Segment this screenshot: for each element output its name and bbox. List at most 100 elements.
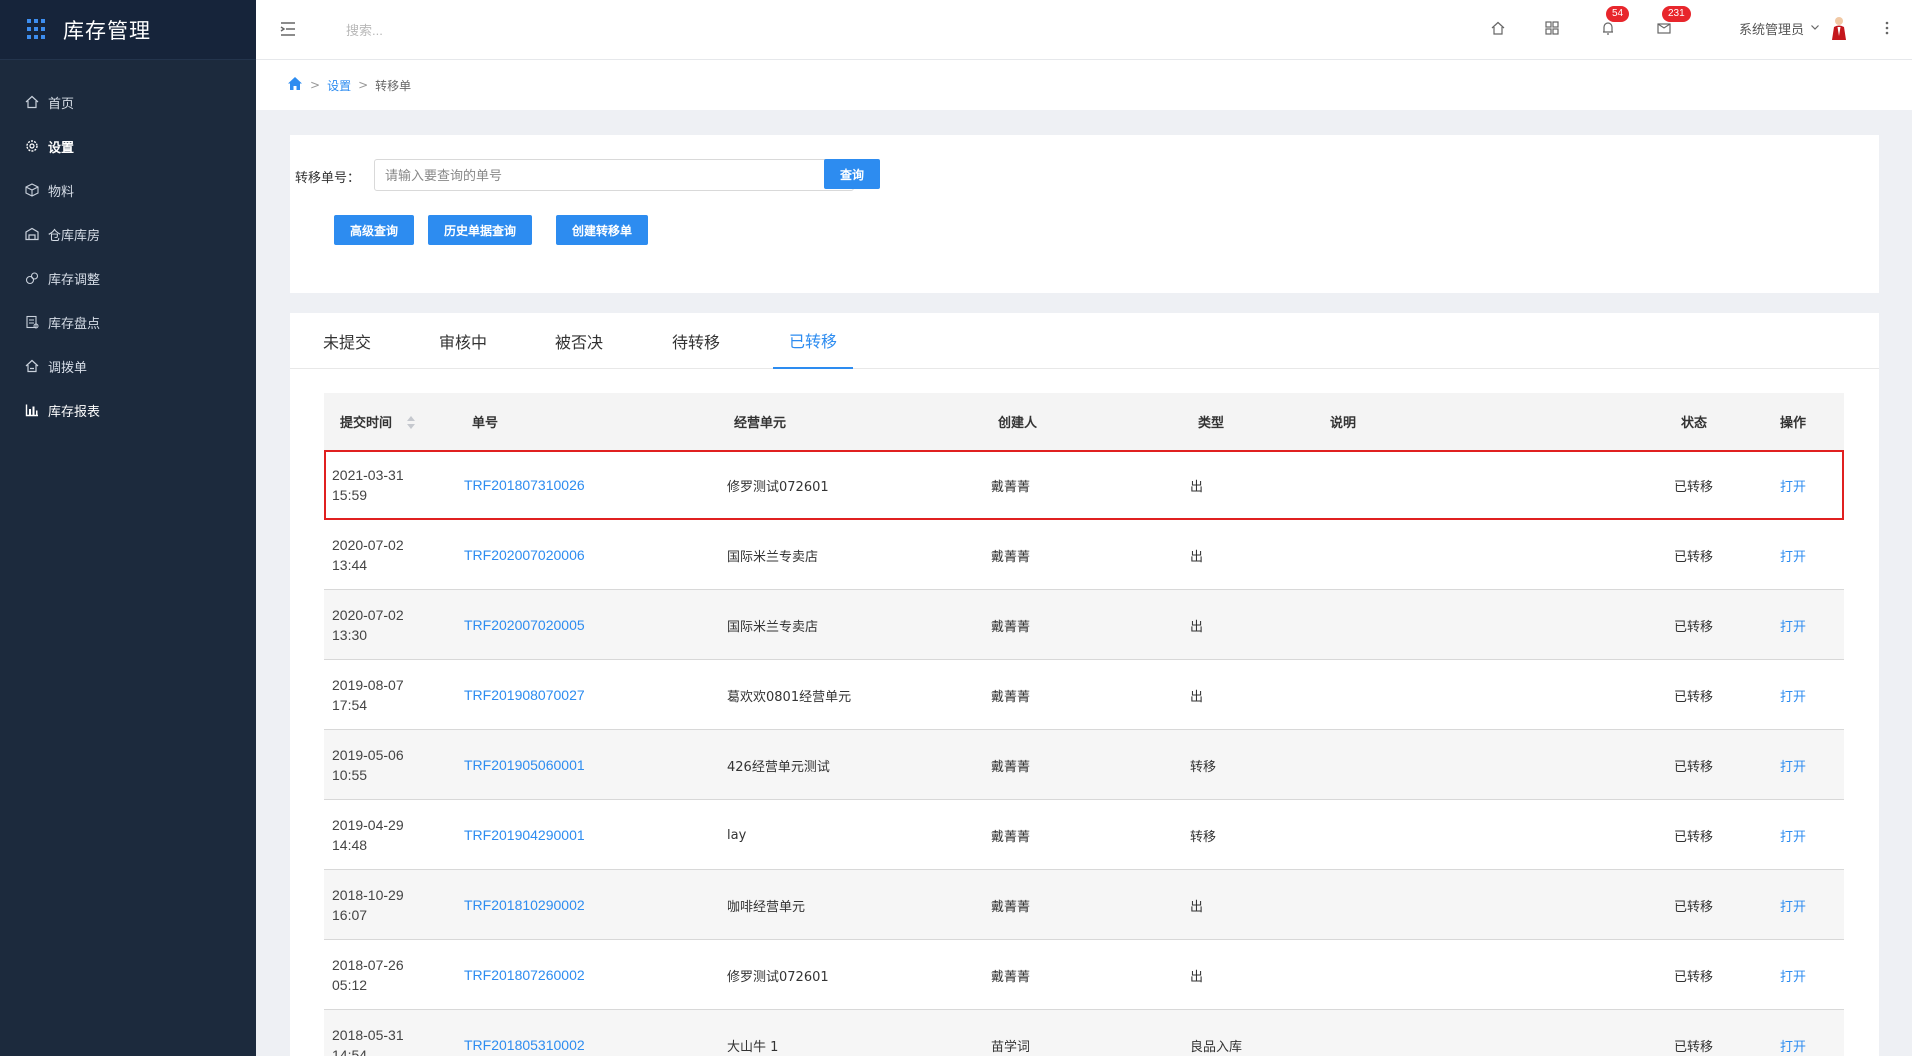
warehouse-icon: [24, 226, 40, 242]
status-cell: 已转移: [1674, 549, 1714, 565]
type-cell: 出: [1190, 479, 1204, 495]
open-button[interactable]: 打开: [1780, 616, 1806, 635]
column-header-note: 说明: [1330, 416, 1357, 431]
sidebar-item-stocktake[interactable]: 库存盘点: [0, 300, 256, 344]
open-button[interactable]: 打开: [1780, 476, 1806, 495]
open-button[interactable]: 打开: [1780, 686, 1806, 705]
message-icon[interactable]: 231: [1654, 6, 1691, 38]
creator-cell: 戴菁菁: [991, 689, 1031, 705]
submit-time-cell: 2019-04-29 14:48: [332, 817, 404, 853]
app-grid-icon: [27, 18, 49, 41]
history-search-button[interactable]: 历史单据查询: [428, 215, 532, 245]
open-button[interactable]: 打开: [1780, 826, 1806, 845]
order-number-link[interactable]: TRF201807260002: [464, 967, 585, 983]
sidebar-item-transfer[interactable]: 调拨单: [0, 344, 256, 388]
open-button[interactable]: 打开: [1780, 1036, 1806, 1055]
submit-time-cell: 2019-05-06 10:55: [332, 747, 404, 783]
order-number-input[interactable]: [374, 159, 854, 191]
sort-icon[interactable]: [406, 413, 416, 431]
type-cell: 出: [1190, 689, 1204, 705]
unit-cell: 修罗测试072601: [727, 969, 829, 985]
unit-cell: 大山牛 1: [727, 1039, 779, 1055]
submit-time-cell: 2018-10-29 16:07: [332, 887, 404, 923]
unit-cell: 国际米兰专卖店: [727, 549, 819, 565]
table-row[interactable]: 2020-07-02 13:30 TRF202007020005 国际米兰专卖店 …: [324, 590, 1844, 660]
sidebar-item-home[interactable]: 首页: [0, 80, 256, 124]
status-cell: 已转移: [1674, 829, 1714, 845]
order-number-link[interactable]: TRF202007020006: [464, 547, 585, 563]
column-header-status: 状态: [1681, 416, 1708, 431]
tab-reviewing[interactable]: 审核中: [430, 313, 496, 369]
submit-time-cell: 2018-05-31 14:54: [332, 1027, 404, 1056]
bell-icon[interactable]: 54: [1598, 6, 1630, 38]
order-number-link[interactable]: TRF201908070027: [464, 687, 585, 703]
table-row[interactable]: 2021-03-31 15:59 TRF201807310026 修罗测试0726…: [324, 450, 1844, 520]
apps-grid-icon[interactable]: [1542, 18, 1562, 38]
order-number-link[interactable]: TRF202007020005: [464, 617, 585, 633]
column-header-time[interactable]: 提交时间: [340, 393, 416, 450]
order-number-link[interactable]: TRF201805310002: [464, 1037, 585, 1053]
home-icon[interactable]: [287, 76, 303, 94]
sidebar-item-label: 设置: [48, 140, 75, 156]
order-number-link[interactable]: TRF201905060001: [464, 757, 585, 773]
sidebar-nav: 首页 设置 物料 仓库库房 库存调整 库存盘点 调拨单 库存报表: [0, 60, 256, 432]
table-row[interactable]: 2019-08-07 17:54 TRF201908070027 葛欢欢0801经…: [324, 660, 1844, 730]
tab-pending-transfer[interactable]: 待转移: [663, 313, 729, 369]
home-icon[interactable]: [1488, 18, 1508, 38]
submit-time-cell: 2021-03-31 15:59: [332, 467, 404, 503]
tab-rejected[interactable]: 被否决: [546, 313, 612, 369]
open-button[interactable]: 打开: [1780, 756, 1806, 775]
order-number-link[interactable]: TRF201807310026: [464, 477, 585, 493]
table-row[interactable]: 2018-05-31 14:54 TRF201805310002 大山牛 1 苗学…: [324, 1010, 1844, 1056]
order-number-link[interactable]: TRF201810290002: [464, 897, 585, 913]
breadcrumb-settings[interactable]: 设置: [327, 77, 351, 94]
home-icon: [24, 94, 40, 110]
sidebar-item-settings[interactable]: 设置: [0, 124, 256, 168]
transfer-table: 提交时间 单号 经营单元 创建人 类型 说明 状态 操作 2021-03-31 1…: [324, 393, 1844, 1056]
table-header: 提交时间 单号 经营单元 创建人 类型 说明 状态 操作: [324, 393, 1844, 450]
type-cell: 出: [1190, 549, 1204, 565]
status-cell: 已转移: [1674, 969, 1714, 985]
column-header-unit: 经营单元: [734, 416, 787, 431]
breadcrumb-separator: >: [310, 78, 321, 92]
submit-time-cell: 2018-07-26 05:12: [332, 957, 404, 993]
sidebar-item-reports[interactable]: 库存报表: [0, 388, 256, 432]
create-transfer-button[interactable]: 创建转移单: [556, 215, 648, 245]
creator-cell: 苗学词: [991, 1039, 1031, 1055]
sidebar-item-adjust[interactable]: 库存调整: [0, 256, 256, 300]
table-row[interactable]: 2019-04-29 14:48 TRF201904290001 lay 戴菁菁 …: [324, 800, 1844, 870]
sidebar-item-warehouse[interactable]: 仓库库房: [0, 212, 256, 256]
table-row[interactable]: 2018-07-26 05:12 TRF201807260002 修罗测试0726…: [324, 940, 1844, 1010]
creator-cell: 戴菁菁: [991, 899, 1031, 915]
transfer-list-card: 未提交 审核中 被否决 待转移 已转移 提交时间 单号 经营单元 创建人 类型 …: [290, 313, 1879, 1056]
table-row[interactable]: 2019-05-06 10:55 TRF201905060001 426经营单元测…: [324, 730, 1844, 800]
order-number-link[interactable]: TRF201904290001: [464, 827, 585, 843]
sidebar-item-materials[interactable]: 物料: [0, 168, 256, 212]
status-tabs: 未提交 审核中 被否决 待转移 已转移: [290, 313, 1879, 369]
creator-cell: 戴菁菁: [991, 829, 1031, 845]
search-input[interactable]: [346, 18, 566, 42]
bar-chart-icon: [24, 402, 40, 418]
open-button[interactable]: 打开: [1780, 546, 1806, 565]
breadcrumb: > 设置 > 转移单: [256, 60, 1912, 110]
tab-unsubmitted[interactable]: 未提交: [314, 313, 380, 369]
query-button[interactable]: 查询: [824, 159, 880, 189]
type-cell: 出: [1190, 899, 1204, 915]
user-name: 系统管理员: [1739, 22, 1805, 38]
sidebar-item-label: 物料: [48, 184, 75, 200]
creator-cell: 戴菁菁: [991, 759, 1031, 775]
status-cell: 已转移: [1674, 759, 1714, 775]
sidebar-item-label: 库存调整: [48, 272, 101, 288]
brand: 库存管理: [0, 0, 256, 60]
more-vertical-icon[interactable]: [1884, 18, 1890, 38]
type-cell: 出: [1190, 969, 1204, 985]
open-button[interactable]: 打开: [1780, 966, 1806, 985]
advanced-search-button[interactable]: 高级查询: [334, 215, 414, 245]
tab-transferred[interactable]: 已转移: [773, 313, 853, 369]
table-row[interactable]: 2018-10-29 16:07 TRF201810290002 咖啡经营单元 戴…: [324, 870, 1844, 940]
unit-cell: 426经营单元测试: [727, 759, 830, 775]
open-button[interactable]: 打开: [1780, 896, 1806, 915]
table-row[interactable]: 2020-07-02 13:44 TRF202007020006 国际米兰专卖店 …: [324, 520, 1844, 590]
menu-toggle-icon[interactable]: [278, 19, 298, 39]
user-menu[interactable]: 系统管理员: [1739, 16, 1848, 40]
